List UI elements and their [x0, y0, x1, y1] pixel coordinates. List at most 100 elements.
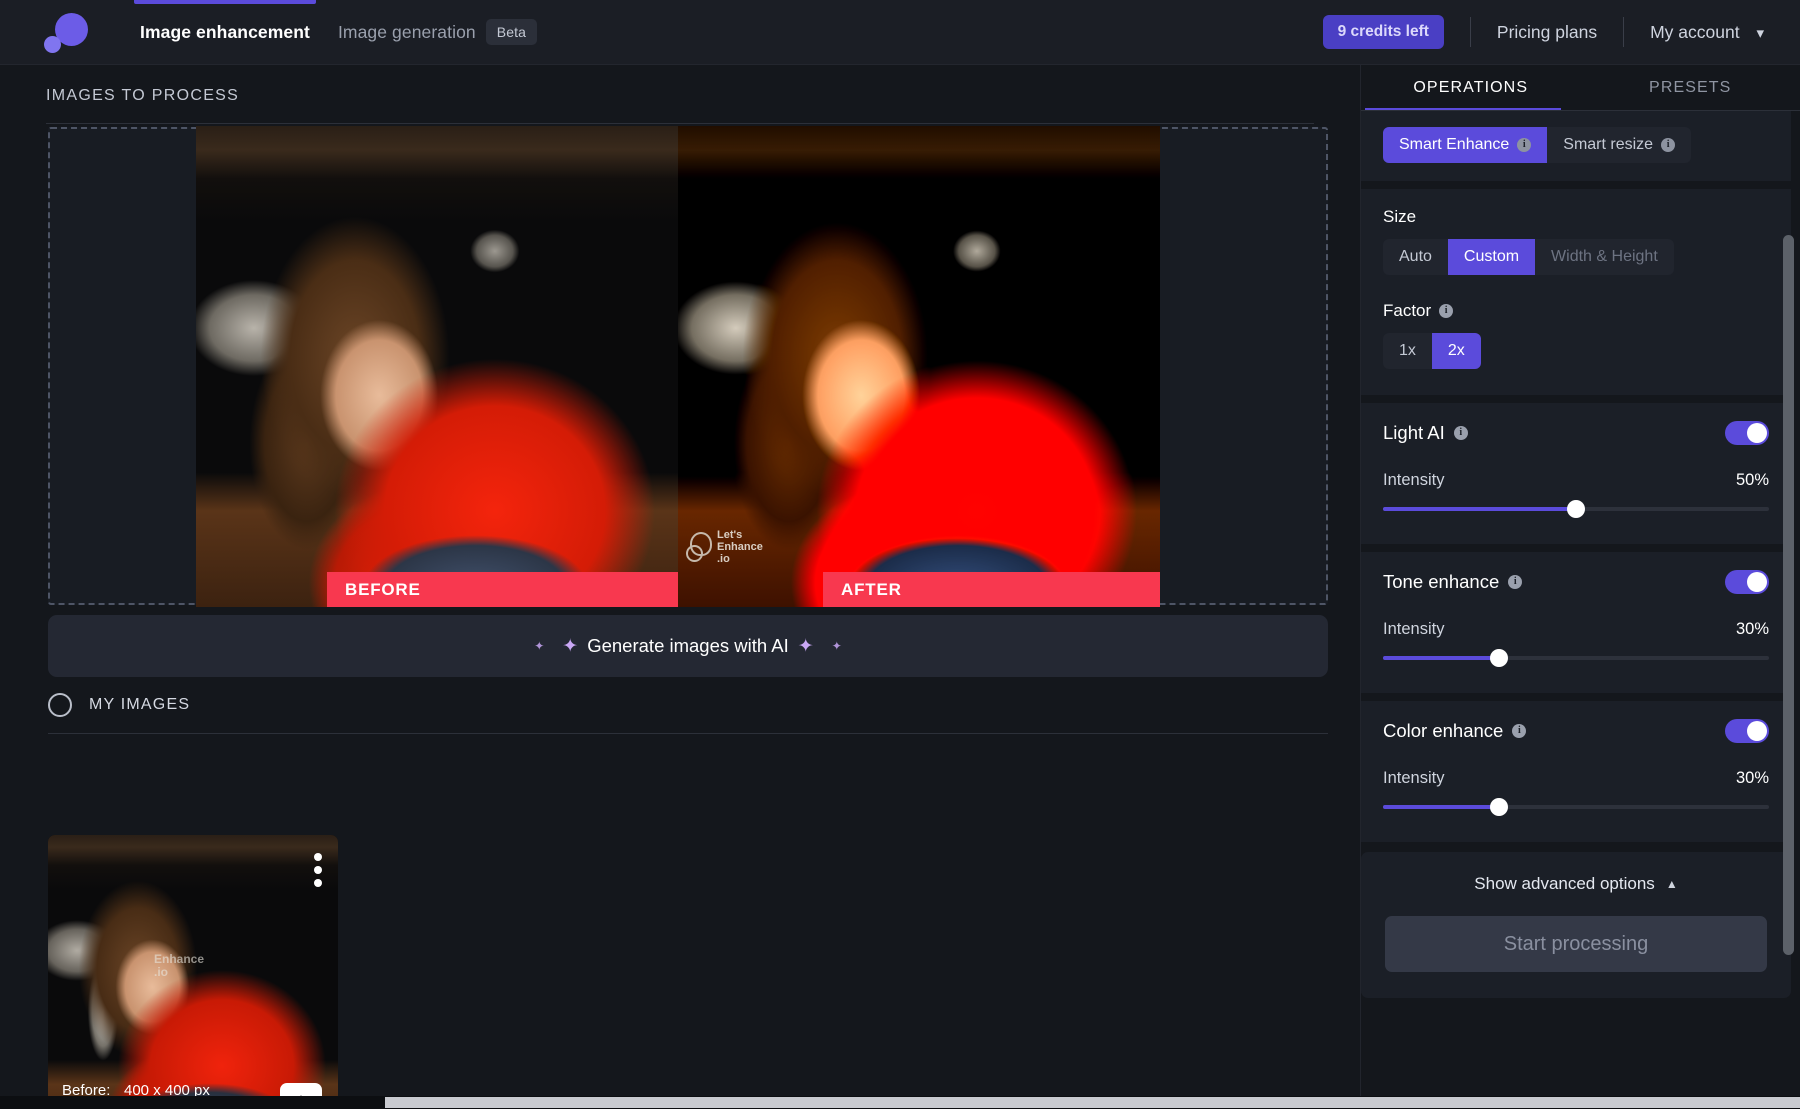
tone-enhance-intensity-label: Intensity — [1383, 620, 1445, 638]
start-processing-button[interactable]: Start processing — [1385, 916, 1767, 972]
nav-tab-image-generation-label: Image generation — [337, 21, 476, 42]
more-vertical-icon[interactable] — [314, 853, 322, 887]
info-icon-smart-resize[interactable]: i — [1661, 138, 1676, 152]
before-label-bar: BEFORE — [327, 572, 678, 607]
before-after-comparison[interactable]: BEFORE Let's Enhance .io AFTER — [196, 126, 1160, 607]
info-icon-smart-enhance[interactable]: i — [1517, 138, 1532, 152]
images-to-process-panel: IMAGES TO PROCESS BEFORE Let's Enhance .… — [0, 65, 1360, 1109]
size-option-custom[interactable]: Custom — [1447, 239, 1536, 275]
tone-enhance-toggle[interactable] — [1725, 570, 1769, 594]
advanced-options-card: Show advanced options ▲ Start processing — [1361, 852, 1791, 998]
info-icon-tone-enhance[interactable]: i — [1508, 575, 1523, 589]
images-to-process-title: IMAGES TO PROCESS — [46, 87, 240, 104]
lets-enhance-logo[interactable] — [44, 9, 90, 55]
light-ai-slider-handle[interactable] — [1567, 500, 1585, 518]
nav-tab-image-enhancement[interactable]: Image enhancement — [126, 0, 324, 65]
operations-panel-scrollbar[interactable] — [1783, 235, 1794, 955]
light-ai-intensity-value: 50% — [1735, 471, 1769, 489]
after-label-bar: AFTER — [823, 572, 1160, 607]
watermark-mark-icon — [686, 532, 712, 562]
mode-smart-resize-button[interactable]: Smart resize i — [1547, 127, 1691, 163]
my-account-menu[interactable]: My account ▾ — [1650, 22, 1764, 43]
color-enhance-intensity-row: Intensity 30% — [1383, 769, 1769, 788]
light-ai-title: Light AI i — [1383, 422, 1468, 444]
info-icon-factor[interactable]: i — [1439, 304, 1454, 318]
size-option-auto[interactable]: Auto — [1383, 239, 1448, 275]
tone-enhance-intensity-value: 30% — [1735, 620, 1769, 638]
light-ai-label: Light AI — [1383, 422, 1445, 443]
tone-enhance-slider-handle[interactable] — [1489, 649, 1508, 667]
operation-light-ai: Light AI i Intensity 50% — [1361, 403, 1791, 544]
pricing-plans-link[interactable]: Pricing plans — [1497, 22, 1597, 43]
image-thumbnail-card[interactable]: Enhance .io Before:400 x 400 px After:80… — [48, 835, 338, 1109]
mode-smart-resize-label: Smart resize — [1563, 136, 1654, 153]
tone-enhance-toggle-knob — [1747, 572, 1767, 592]
size-option-width-height[interactable]: Width & Height — [1535, 239, 1674, 275]
my-images-radio[interactable] — [48, 693, 72, 717]
generate-images-with-ai-button[interactable]: ✦ ✦ Generate images with AI ✦ ✦ — [48, 615, 1328, 677]
watermark-line-2: Enhance — [717, 541, 763, 553]
after-image-half: Let's Enhance .io AFTER — [678, 126, 1160, 607]
nav-right-group: 9 credits left Pricing plans My account … — [1322, 15, 1764, 49]
tone-enhance-intensity-row: Intensity 30% — [1383, 620, 1769, 639]
mode-smart-enhance-label: Smart Enhance — [1399, 136, 1510, 153]
nav-tab-image-enhancement-label: Image enhancement — [140, 21, 310, 42]
size-factor-card: Size Auto Custom Width & Height Factor i… — [1361, 189, 1791, 395]
color-enhance-toggle[interactable] — [1725, 719, 1769, 743]
after-label: AFTER — [841, 579, 902, 599]
logo-small-circle — [44, 36, 61, 53]
factor-option-1x[interactable]: 1x — [1383, 333, 1432, 369]
light-ai-toggle-knob — [1747, 423, 1767, 443]
color-enhance-intensity-value: 30% — [1735, 769, 1769, 787]
color-enhance-slider[interactable] — [1383, 798, 1769, 816]
light-ai-slider[interactable] — [1383, 500, 1769, 518]
operation-tone-enhance: Tone enhance i Intensity 30% — [1361, 552, 1791, 693]
chevron-down-icon: ▾ — [1756, 24, 1764, 42]
generate-ai-label: Generate images with AI — [587, 635, 789, 656]
light-ai-intensity-label: Intensity — [1383, 471, 1445, 489]
nav-tab-image-generation[interactable]: Image generation Beta — [324, 0, 551, 65]
panel-scroll-area: Smart Enhance i Smart resize i Size Auto… — [1361, 111, 1800, 1109]
my-images-label: MY IMAGES — [89, 696, 191, 713]
mode-smart-enhance-button[interactable]: Smart Enhance i — [1383, 127, 1548, 163]
my-account-label: My account — [1650, 21, 1740, 42]
factor-label-text: Factor — [1383, 301, 1432, 320]
watermark-text: Let's Enhance .io — [717, 529, 763, 565]
light-ai-toggle[interactable] — [1725, 421, 1769, 445]
divider-my-images — [48, 733, 1328, 734]
tab-operations[interactable]: OPERATIONS — [1361, 65, 1581, 111]
factor-option-2x[interactable]: 2x — [1431, 333, 1481, 369]
mode-selector-card: Smart Enhance i Smart resize i — [1361, 111, 1791, 181]
nav-divider-1 — [1469, 17, 1471, 47]
tone-enhance-header: Tone enhance i — [1383, 570, 1769, 594]
info-icon-light-ai[interactable]: i — [1453, 426, 1468, 440]
info-icon-color-enhance[interactable]: i — [1512, 724, 1527, 738]
size-label: Size — [1383, 207, 1769, 227]
tone-enhance-title: Tone enhance i — [1383, 571, 1523, 593]
tab-operations-label: OPERATIONS — [1413, 79, 1529, 96]
tab-presets-label: PRESETS — [1649, 79, 1732, 96]
credits-badge[interactable]: 9 credits left — [1322, 15, 1444, 49]
tab-presets[interactable]: PRESETS — [1581, 65, 1800, 111]
color-enhance-label: Color enhance — [1383, 720, 1504, 741]
dot-3 — [314, 879, 322, 887]
sparkle-icon-3: ✦ — [797, 635, 814, 657]
show-advanced-options-label: Show advanced options — [1474, 874, 1655, 893]
horizontal-scrollbar-track[interactable] — [0, 1096, 1800, 1109]
operations-panel: OPERATIONS PRESETS Smart Enhance i Smart… — [1360, 65, 1800, 1109]
my-images-row[interactable]: MY IMAGES — [48, 693, 1328, 717]
sparkle-icon-2: ✦ — [562, 635, 579, 657]
horizontal-scrollbar-thumb[interactable] — [385, 1097, 1800, 1108]
color-enhance-slider-handle[interactable] — [1489, 798, 1508, 816]
tone-enhance-slider[interactable] — [1383, 649, 1769, 667]
show-advanced-options-button[interactable]: Show advanced options ▲ — [1385, 874, 1767, 894]
watermark-line-3: .io — [717, 553, 730, 565]
before-image-half: BEFORE — [196, 126, 678, 607]
nav-divider-2 — [1623, 17, 1625, 47]
dot-2 — [314, 866, 322, 874]
sparkle-icon-4: ✦ — [831, 639, 842, 653]
color-enhance-intensity-label: Intensity — [1383, 769, 1445, 787]
top-navigation-bar: Image enhancement Image generation Beta … — [0, 0, 1800, 65]
lets-enhance-watermark: Let's Enhance .io — [686, 529, 763, 565]
color-enhance-title: Color enhance i — [1383, 720, 1527, 742]
